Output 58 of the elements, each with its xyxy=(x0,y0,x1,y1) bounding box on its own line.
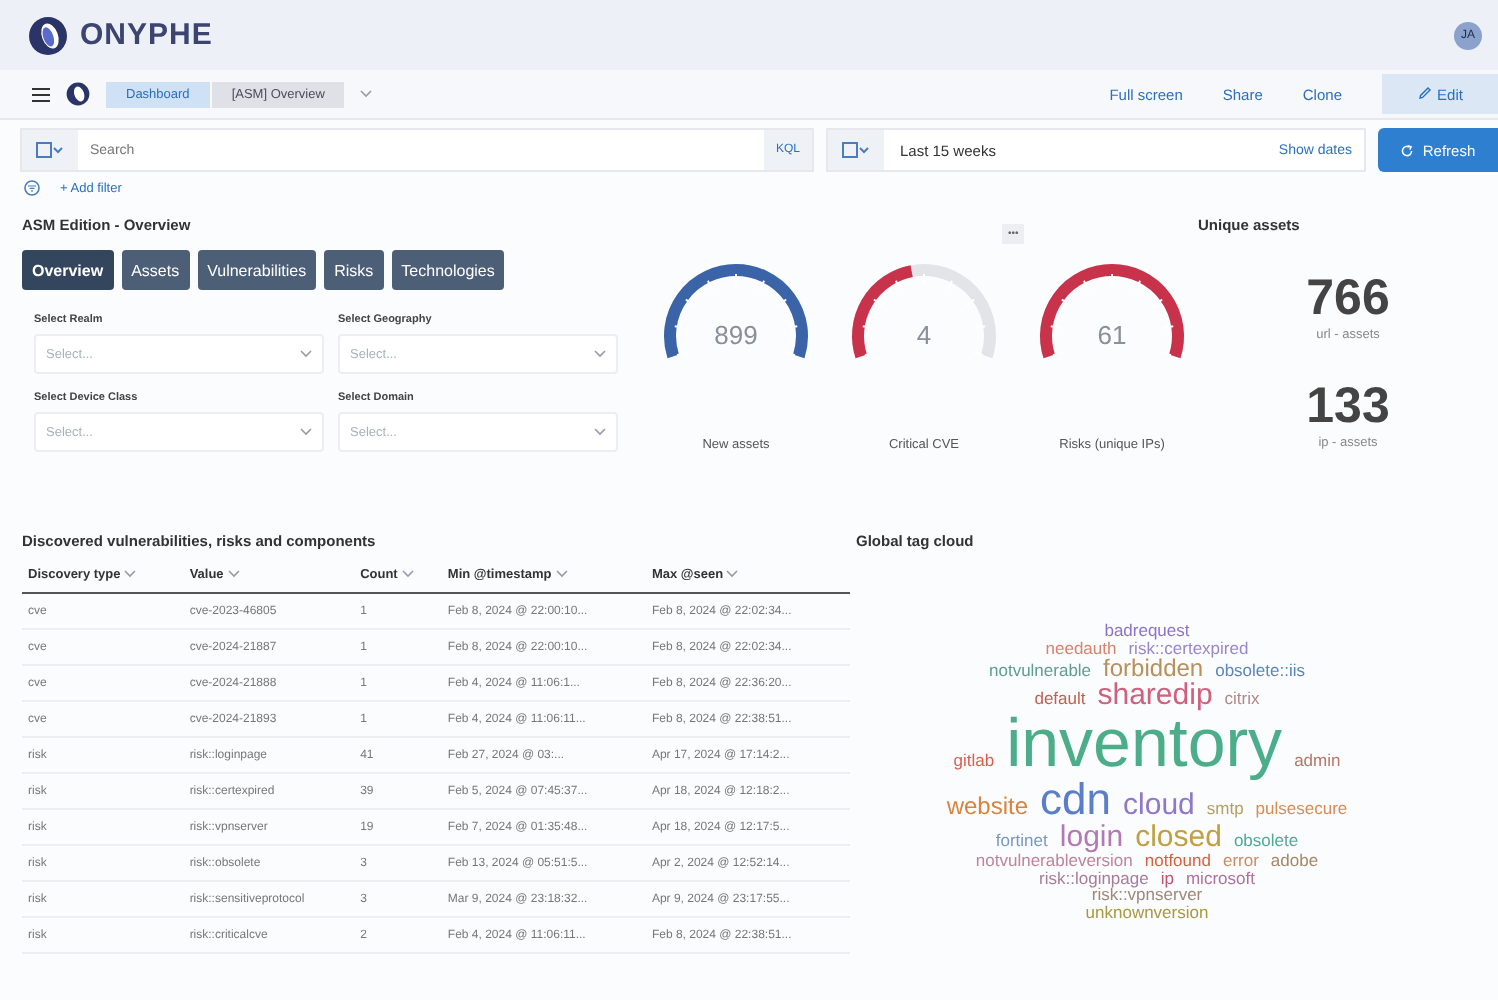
pencil-icon xyxy=(1417,85,1432,99)
metric-value: 133 xyxy=(1306,378,1390,436)
chevron-down-icon xyxy=(594,350,606,358)
tag-word[interactable]: risk::loginpage xyxy=(1039,869,1149,886)
tag-word[interactable]: risk::certexpired xyxy=(1128,639,1249,656)
logo-icon[interactable] xyxy=(66,82,90,106)
tag-word[interactable]: unknownversion xyxy=(1085,903,1209,920)
tag-word[interactable]: notfound xyxy=(1144,852,1211,869)
tag-word[interactable]: notvulnerableversion xyxy=(975,852,1133,869)
chevron-down-icon xyxy=(726,570,739,578)
tag-word[interactable]: pulsesecure xyxy=(1255,800,1348,817)
gauge-value: 4 xyxy=(916,320,932,350)
chevron-down-icon xyxy=(227,570,240,578)
tag-word[interactable]: fortinet xyxy=(995,832,1048,849)
tag-word[interactable]: closed xyxy=(1135,822,1222,852)
tag-word[interactable]: citrix xyxy=(1224,690,1260,707)
refresh-icon xyxy=(1400,143,1415,157)
tag-word[interactable]: smtp xyxy=(1206,800,1244,817)
gauge-value: 61 xyxy=(1097,320,1127,350)
tag-word[interactable]: cloud xyxy=(1123,790,1195,820)
menu-icon[interactable] xyxy=(32,87,50,101)
save-query-icon[interactable] xyxy=(36,142,64,158)
tag-word[interactable]: default xyxy=(1034,690,1086,707)
tag-word[interactable]: inventory xyxy=(1006,710,1283,778)
chevron-down-icon xyxy=(555,570,568,578)
tag-word[interactable]: risk::vpnserver xyxy=(1091,886,1203,903)
metric-value: 766 xyxy=(1306,270,1390,328)
chevron-down-icon xyxy=(594,428,606,436)
chevron-down-icon xyxy=(300,350,312,358)
tab[interactable]: Overview xyxy=(22,250,114,290)
tag-word[interactable]: obsolete::iis xyxy=(1215,662,1305,679)
tag-word[interactable]: admin xyxy=(1294,752,1341,769)
brand-name: ONYPHE xyxy=(80,18,213,52)
gauge-value: 899 xyxy=(714,320,758,350)
tab[interactable]: Vulnerabilities xyxy=(197,250,317,290)
tab[interactable]: Assets xyxy=(121,250,190,290)
tag-word[interactable]: website xyxy=(946,794,1029,818)
tag-word[interactable]: forbidden xyxy=(1103,656,1204,680)
tab[interactable]: Risks xyxy=(324,250,384,290)
tag-word[interactable]: needauth xyxy=(1045,639,1117,656)
tag-word[interactable]: notvulnerable xyxy=(989,662,1092,679)
calendar-icon[interactable] xyxy=(842,142,870,158)
tag-word[interactable]: cdn xyxy=(1040,778,1112,822)
filter-icon[interactable] xyxy=(24,180,40,196)
logo-icon xyxy=(28,15,68,55)
tab[interactable]: Technologies xyxy=(391,250,505,290)
tag-word[interactable]: sharedip xyxy=(1097,680,1213,710)
tag-word[interactable]: ip xyxy=(1160,869,1174,886)
tag-word[interactable]: gitlab xyxy=(953,752,995,769)
chevron-down-icon xyxy=(401,570,414,578)
tag-word[interactable]: adobe xyxy=(1270,852,1319,869)
chevron-down-icon xyxy=(124,570,137,578)
tag-word[interactable]: badrequest xyxy=(1104,622,1190,639)
tag-word[interactable]: microsoft xyxy=(1185,869,1255,886)
tag-word[interactable]: login xyxy=(1059,822,1124,852)
tag-word[interactable]: error xyxy=(1222,852,1259,869)
chevron-down-icon xyxy=(300,428,312,436)
tag-word[interactable]: obsolete xyxy=(1233,832,1299,849)
